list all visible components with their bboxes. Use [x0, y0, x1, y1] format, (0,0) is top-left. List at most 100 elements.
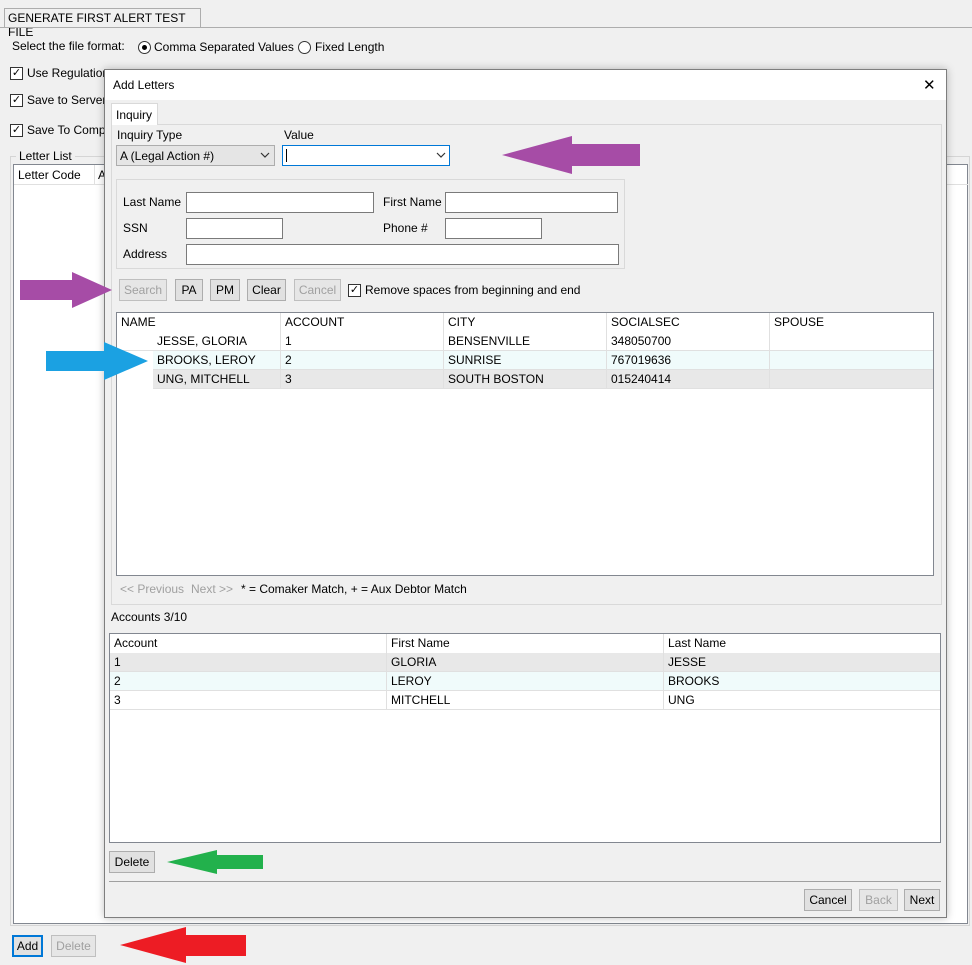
tab-inquiry-label: Inquiry: [116, 108, 153, 122]
next-button[interactable]: Next: [904, 889, 940, 911]
results-grid[interactable]: NAME ACCOUNT CITY SOCIALSEC SPOUSE JESSE…: [116, 312, 934, 576]
pa-button-label: PA: [181, 283, 197, 297]
accounts-col-last-name[interactable]: Last Name: [664, 634, 940, 653]
address-input[interactable]: [186, 244, 619, 265]
checkbox-save-server-label: Save to Server: [27, 93, 107, 107]
accounts-cell-last-name: JESSE: [664, 653, 940, 672]
results-row[interactable]: UNG, MITCHELL 3 SOUTH BOSTON 015240414: [117, 370, 933, 389]
letter-list-col-code[interactable]: Letter Code: [18, 168, 81, 182]
last-name-input[interactable]: [186, 192, 374, 213]
radio-csv[interactable]: [138, 41, 151, 54]
results-cell-account: 1: [281, 332, 444, 351]
accounts-cell-first-name: LEROY: [387, 672, 664, 691]
accounts-cell-last-name: UNG: [664, 691, 940, 710]
first-name-input[interactable]: [445, 192, 618, 213]
checkbox-save-computer[interactable]: ✓: [10, 124, 23, 137]
check-icon: ✓: [349, 284, 360, 296]
back-button-label: Back: [865, 893, 892, 907]
accounts-col-first-name[interactable]: First Name: [387, 634, 664, 653]
checkbox-save-server[interactable]: ✓: [10, 94, 23, 107]
footer-divider: [109, 881, 941, 882]
delete-account-button[interactable]: Delete: [109, 851, 155, 873]
first-name-label: First Name: [383, 195, 442, 209]
checkbox-use-regulation-label: Use Regulation: [27, 66, 110, 80]
results-cell-city: SUNRISE: [444, 351, 607, 370]
results-row[interactable]: BROOKS, LEROY 2 SUNRISE 767019636: [117, 351, 933, 370]
results-cell-socialsec: 767019636: [607, 351, 770, 370]
chevron-down-icon: [436, 152, 446, 158]
cancel-search-button[interactable]: Cancel: [294, 279, 341, 301]
cancel-search-button-label: Cancel: [298, 283, 337, 297]
results-col-name[interactable]: NAME: [117, 313, 281, 332]
accounts-row[interactable]: 1 GLORIA JESSE: [110, 653, 940, 672]
accounts-cell-first-name: GLORIA: [387, 653, 664, 672]
check-icon: ✓: [11, 94, 22, 106]
close-icon[interactable]: ✕: [923, 76, 936, 94]
results-col-city[interactable]: CITY: [444, 313, 607, 332]
cancel-button-label: Cancel: [809, 893, 847, 907]
results-cell-account: 2: [281, 351, 444, 370]
accounts-row[interactable]: 3 MITCHELL UNG: [110, 691, 940, 710]
results-cell-name: BROOKS, LEROY: [153, 351, 281, 370]
checkbox-use-regulation[interactable]: ✓: [10, 67, 23, 80]
cancel-button[interactable]: Cancel: [804, 889, 852, 911]
radio-fixed[interactable]: [298, 41, 311, 54]
inquiry-type-combo[interactable]: A (Legal Action #): [116, 145, 275, 166]
green-arrow-shape: [167, 850, 263, 874]
accounts-col-account[interactable]: Account: [110, 634, 387, 653]
dialog-title: Add Letters: [113, 78, 175, 92]
add-button[interactable]: Add: [12, 935, 43, 957]
title-tab[interactable]: GENERATE FIRST ALERT TEST FILE: [4, 8, 201, 39]
match-legend: * = Comaker Match, + = Aux Debtor Match: [241, 582, 467, 596]
results-cell-socialsec: 348050700: [607, 332, 770, 351]
back-button[interactable]: Back: [859, 889, 898, 911]
red-arrow-shape: [120, 927, 246, 963]
results-header: NAME ACCOUNT CITY SOCIALSEC SPOUSE: [117, 313, 933, 332]
results-col-account[interactable]: ACCOUNT: [281, 313, 444, 332]
chevron-down-icon: [260, 152, 270, 158]
phone-input[interactable]: [445, 218, 542, 239]
results-col-socialsec[interactable]: SOCIALSEC: [607, 313, 770, 332]
results-cell-city: BENSENVILLE: [444, 332, 607, 351]
accounts-cell-account: 1: [110, 653, 387, 672]
tab-inquiry[interactable]: Inquiry: [111, 103, 158, 125]
accounts-cell-account: 3: [110, 691, 387, 710]
clear-button[interactable]: Clear: [247, 279, 286, 301]
next-button-label: Next: [909, 893, 935, 907]
last-name-label: Last Name: [123, 195, 182, 209]
ssn-label: SSN: [123, 221, 148, 235]
search-button[interactable]: Search: [119, 279, 167, 301]
add-button-label: Add: [16, 939, 39, 953]
check-icon: ✓: [11, 124, 22, 136]
clear-button-label: Clear: [252, 283, 281, 297]
accounts-cell-account: 2: [110, 672, 387, 691]
accounts-row[interactable]: 2 LEROY BROOKS: [110, 672, 940, 691]
address-label: Address: [123, 247, 168, 261]
inquiry-type-value: A (Legal Action #): [120, 149, 215, 163]
next-page-link[interactable]: Next >>: [191, 582, 233, 596]
value-combo[interactable]: [282, 145, 450, 166]
accounts-cell-first-name: MITCHELL: [387, 691, 664, 710]
pm-button[interactable]: PM: [210, 279, 240, 301]
title-tab-label: GENERATE FIRST ALERT TEST FILE: [8, 11, 186, 39]
results-cell-spouse: [770, 332, 933, 351]
accounts-count-label: Accounts 3/10: [111, 610, 188, 624]
previous-page-link[interactable]: << Previous: [120, 582, 184, 596]
radio-csv-label: Comma Separated Values: [154, 40, 294, 54]
results-col-spouse[interactable]: SPOUSE: [770, 313, 933, 332]
trim-spaces-checkbox[interactable]: ✓: [348, 284, 361, 297]
pa-button[interactable]: PA: [175, 279, 203, 301]
blue-arrow-shape: [46, 342, 148, 380]
file-format-label: Select the file format:: [12, 39, 125, 53]
accounts-grid[interactable]: Account First Name Last Name 1 GLORIA JE…: [109, 633, 941, 843]
search-button-label: Search: [123, 283, 163, 297]
results-cell-name: UNG, MITCHELL: [153, 370, 281, 389]
delete-button[interactable]: Delete: [51, 935, 96, 957]
ssn-input[interactable]: [186, 218, 283, 239]
results-row[interactable]: JESSE, GLORIA 1 BENSENVILLE 348050700: [117, 332, 933, 351]
results-cell-spouse: [770, 370, 933, 389]
dialog-titlebar[interactable]: Add Letters ✕: [105, 70, 946, 100]
inquiry-type-label: Inquiry Type: [117, 128, 183, 142]
letter-list-label: Letter List: [16, 149, 75, 163]
accounts-header: Account First Name Last Name: [110, 634, 940, 653]
